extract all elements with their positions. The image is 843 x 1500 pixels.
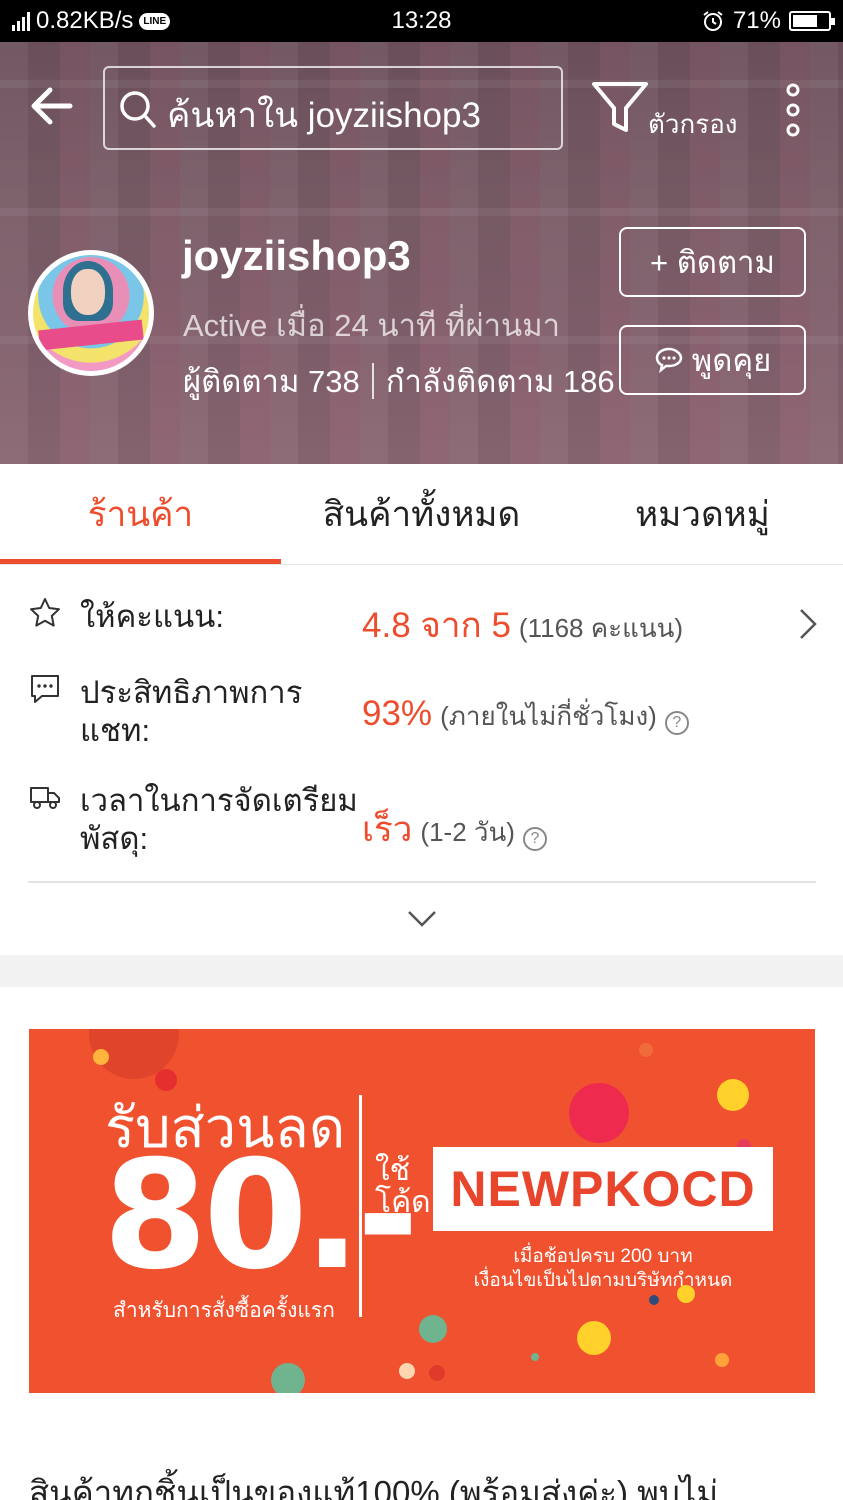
preparation-time-label: เวลาในการจัดเตรียมพัสดุ: xyxy=(80,783,358,856)
tab-all-products[interactable]: สินค้าทั้งหมด xyxy=(281,464,562,565)
chat-performance-value: 93% xyxy=(362,694,433,733)
chevron-down-icon[interactable] xyxy=(405,906,439,932)
shop-name: joyziishop3 xyxy=(182,232,411,279)
promo-divider xyxy=(359,1095,362,1317)
search-input[interactable]: ค้นหาใน joyziishop3 xyxy=(103,66,563,150)
status-bar: 0.82KB/s LINE 13:28 71% xyxy=(0,0,843,42)
divider xyxy=(28,881,816,883)
chat-performance-detail: (ภายในไม่กี่ชั่วโมง) xyxy=(440,701,657,731)
tab-shop[interactable]: ร้านค้า xyxy=(0,464,281,565)
filter-icon xyxy=(592,82,648,132)
stats-divider xyxy=(371,363,374,399)
help-icon[interactable]: ? xyxy=(522,827,547,851)
chat-performance-row: ประสิทธิภาพการแชท: 93% (ภายในไม่กี่ชั่วโ… xyxy=(0,670,843,760)
follow-button[interactable]: + ติดตาม xyxy=(619,227,806,297)
following-count[interactable]: กำลังติดตาม 186 xyxy=(386,356,615,406)
promo-banner[interactable]: รับส่วนลด 80.- สำหรับการสั่งซื้อครั้งแรก… xyxy=(29,1029,815,1393)
shop-header: ค้นหาใน joyziishop3 ตัวกรอง joyziishop3 … xyxy=(0,42,843,464)
active-status: Active เมื่อ 24 นาที ที่ผ่านมา xyxy=(183,308,561,343)
search-icon xyxy=(120,91,156,128)
rating-count: (1168 คะแนน) xyxy=(518,613,684,643)
shop-tabs: ร้านค้า สินค้าทั้งหมด หมวดหมู่ xyxy=(0,464,843,565)
promo-subtitle: สำหรับการสั่งซื้อครั้งแรก xyxy=(113,1299,335,1322)
shop-description: สินค้าทุกชิ้นเป็นของแท้100% (พร้อมส่งค่ะ… xyxy=(29,1474,719,1500)
chevron-right-icon xyxy=(800,609,817,639)
preparation-time-row: เวลาในการจัดเตรียมพัสดุ: เร็ว (1-2 วัน) … xyxy=(0,778,843,868)
follow-stats: ผู้ติดตาม 738 กำลังติดตาม 186 xyxy=(183,356,615,406)
promo-code-box: NEWPKOCD xyxy=(433,1147,773,1231)
rating-value-group: 4.8 จาก 5 (1168 คะแนน) xyxy=(362,598,683,653)
chat-button[interactable]: พูดคุย xyxy=(619,325,806,395)
chat-performance-label: ประสิทธิภาพการแชท: xyxy=(80,675,303,748)
delivery-truck-icon xyxy=(30,787,60,809)
search-placeholder: ค้นหาใน joyziishop3 xyxy=(167,96,481,135)
rating-row[interactable]: ให้คะแนน: 4.8 จาก 5 (1168 คะแนน) xyxy=(0,592,843,662)
back-arrow-icon[interactable] xyxy=(26,80,78,132)
rating-value: 4.8 จาก 5 xyxy=(362,606,511,645)
help-icon[interactable]: ? xyxy=(664,711,689,735)
filter-label: ตัวกรอง xyxy=(648,109,738,139)
status-right: 71% xyxy=(701,7,835,35)
more-options-icon[interactable] xyxy=(780,82,806,138)
preparation-time-value-group: เร็ว (1-2 วัน) ? xyxy=(362,802,547,857)
shop-stats: ให้คะแนน: 4.8 จาก 5 (1168 คะแนน) ประสิทธ… xyxy=(0,566,843,955)
filter-button[interactable]: ตัวกรอง xyxy=(590,80,750,140)
active-tab-indicator xyxy=(0,559,281,564)
preparation-time-detail: (1-2 วัน) xyxy=(420,817,515,847)
battery-icon xyxy=(789,11,835,31)
promo-amount: 80.- xyxy=(103,1129,419,1303)
followers-count[interactable]: ผู้ติดตาม 738 xyxy=(183,356,360,406)
tab-categories[interactable]: หมวดหมู่ xyxy=(562,464,843,565)
chat-performance-value-group: 93% (ภายในไม่กี่ชั่วโมง) ? xyxy=(362,694,689,737)
star-icon xyxy=(30,598,60,627)
chat-bubble-icon xyxy=(655,347,683,374)
shop-avatar[interactable] xyxy=(28,250,154,376)
chat-icon xyxy=(31,675,59,703)
battery-percent: 71% xyxy=(732,7,781,34)
alarm-icon xyxy=(703,11,723,31)
promo-code: NEWPKOCD xyxy=(450,1161,756,1217)
preparation-time-value: เร็ว xyxy=(362,810,413,849)
follow-button-label: + ติดตาม xyxy=(650,245,775,280)
promo-use-code: ใช้ โค้ด xyxy=(375,1154,431,1219)
rating-label: ให้คะแนน: xyxy=(80,599,224,634)
avatar-image xyxy=(33,255,149,371)
promo-condition-2: เงื่อนไขเป็นไปตามบริษัทกำหนด xyxy=(473,1270,733,1291)
section-separator xyxy=(0,955,843,987)
chat-button-label: พูดคุย xyxy=(691,343,772,378)
